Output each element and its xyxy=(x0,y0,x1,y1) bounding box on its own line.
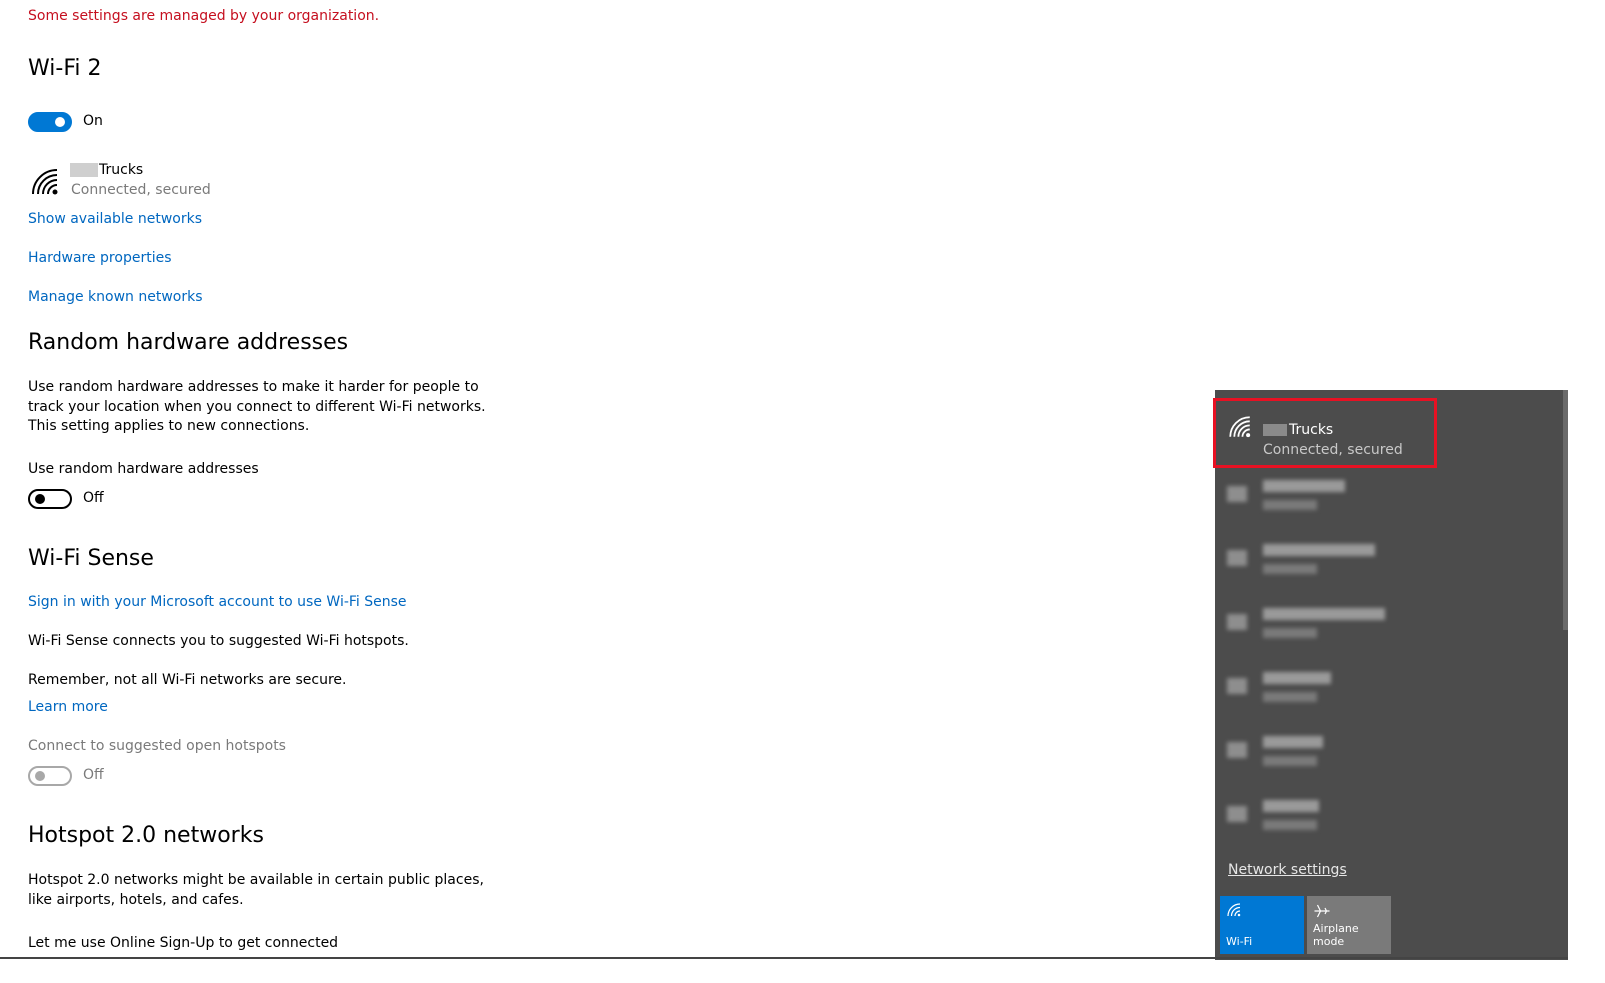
random-hw-desc-1: Use random hardware addresses to make it… xyxy=(28,379,479,395)
wifi-toggle[interactable] xyxy=(28,112,72,132)
online-signup-label: Let me use Online Sign-Up to get connect… xyxy=(28,935,339,951)
airplane-icon xyxy=(1313,902,1331,923)
wifi-quick-action-tile[interactable]: Wi-Fi xyxy=(1220,896,1304,954)
wifi-signal-icon xyxy=(1227,550,1247,566)
wifi-sense-desc: Wi-Fi Sense connects you to suggested Wi… xyxy=(28,633,409,649)
network-settings-link[interactable]: Network settings xyxy=(1228,862,1347,878)
wifi-sense-remember: Remember, not all Wi-Fi networks are sec… xyxy=(28,672,347,688)
hotspots-toggle xyxy=(28,766,72,786)
wifi-signal-icon xyxy=(29,166,61,202)
hotspot-title: Hotspot 2.0 networks xyxy=(28,823,264,848)
hardware-properties-link[interactable]: Hardware properties xyxy=(28,250,172,266)
flyout-network-item[interactable] xyxy=(1215,532,1568,592)
wifi-network-name: Trucks xyxy=(99,162,144,178)
wifi-signal-icon xyxy=(1227,742,1247,758)
network-flyout: Trucks Connected, secured Network settin… xyxy=(1215,390,1568,960)
connected-network-highlight xyxy=(1213,398,1437,468)
wifi-tile-label: Wi-Fi xyxy=(1226,935,1253,948)
wifi-signal-icon xyxy=(1227,678,1247,694)
wifi-icon xyxy=(1226,902,1242,921)
hotspot-desc-1: Hotspot 2.0 networks might be available … xyxy=(28,872,484,888)
random-hw-toggle-knob xyxy=(35,494,45,504)
redacted-prefix xyxy=(70,163,98,177)
airplane-tile-label: Airplane mode xyxy=(1313,922,1359,948)
learn-more-link[interactable]: Learn more xyxy=(28,699,108,715)
wifi-toggle-label: On xyxy=(83,113,103,129)
random-hw-title: Random hardware addresses xyxy=(28,330,349,355)
wifi-sense-signin-link[interactable]: Sign in with your Microsoft account to u… xyxy=(28,594,407,610)
wifi-sense-title: Wi-Fi Sense xyxy=(28,546,154,571)
airplane-mode-tile[interactable]: Airplane mode xyxy=(1307,896,1391,954)
flyout-network-item[interactable] xyxy=(1215,724,1568,784)
random-hw-desc-2: track your location when you connect to … xyxy=(28,399,486,415)
hotspots-label: Connect to suggested open hotspots xyxy=(28,738,286,754)
flyout-network-item[interactable] xyxy=(1215,596,1568,656)
wifi-signal-icon xyxy=(1227,806,1247,822)
show-available-networks-link[interactable]: Show available networks xyxy=(28,211,202,227)
taskbar-edge xyxy=(0,957,1568,959)
random-hw-toggle[interactable] xyxy=(28,489,72,509)
manage-known-networks-link[interactable]: Manage known networks xyxy=(28,289,203,305)
random-hw-desc-3: This setting applies to new connections. xyxy=(28,418,310,434)
flyout-network-item[interactable] xyxy=(1215,660,1568,720)
hotspots-toggle-label: Off xyxy=(83,767,104,783)
hotspots-toggle-knob xyxy=(35,771,45,781)
wifi-signal-icon xyxy=(1227,486,1247,502)
flyout-scrollbar[interactable] xyxy=(1563,390,1568,630)
random-hw-option-label: Use random hardware addresses xyxy=(28,461,259,477)
wifi-toggle-knob xyxy=(55,117,65,127)
managed-notice: Some settings are managed by your organi… xyxy=(28,8,380,24)
wifi-signal-icon xyxy=(1227,614,1247,630)
wifi-network-status: Connected, secured xyxy=(71,182,211,198)
hotspot-desc-2: like airports, hotels, and cafes. xyxy=(28,892,244,908)
flyout-network-item[interactable] xyxy=(1215,788,1568,848)
random-hw-toggle-label: Off xyxy=(83,490,104,506)
wifi-title: Wi-Fi 2 xyxy=(28,56,102,81)
flyout-network-item[interactable] xyxy=(1215,468,1568,528)
